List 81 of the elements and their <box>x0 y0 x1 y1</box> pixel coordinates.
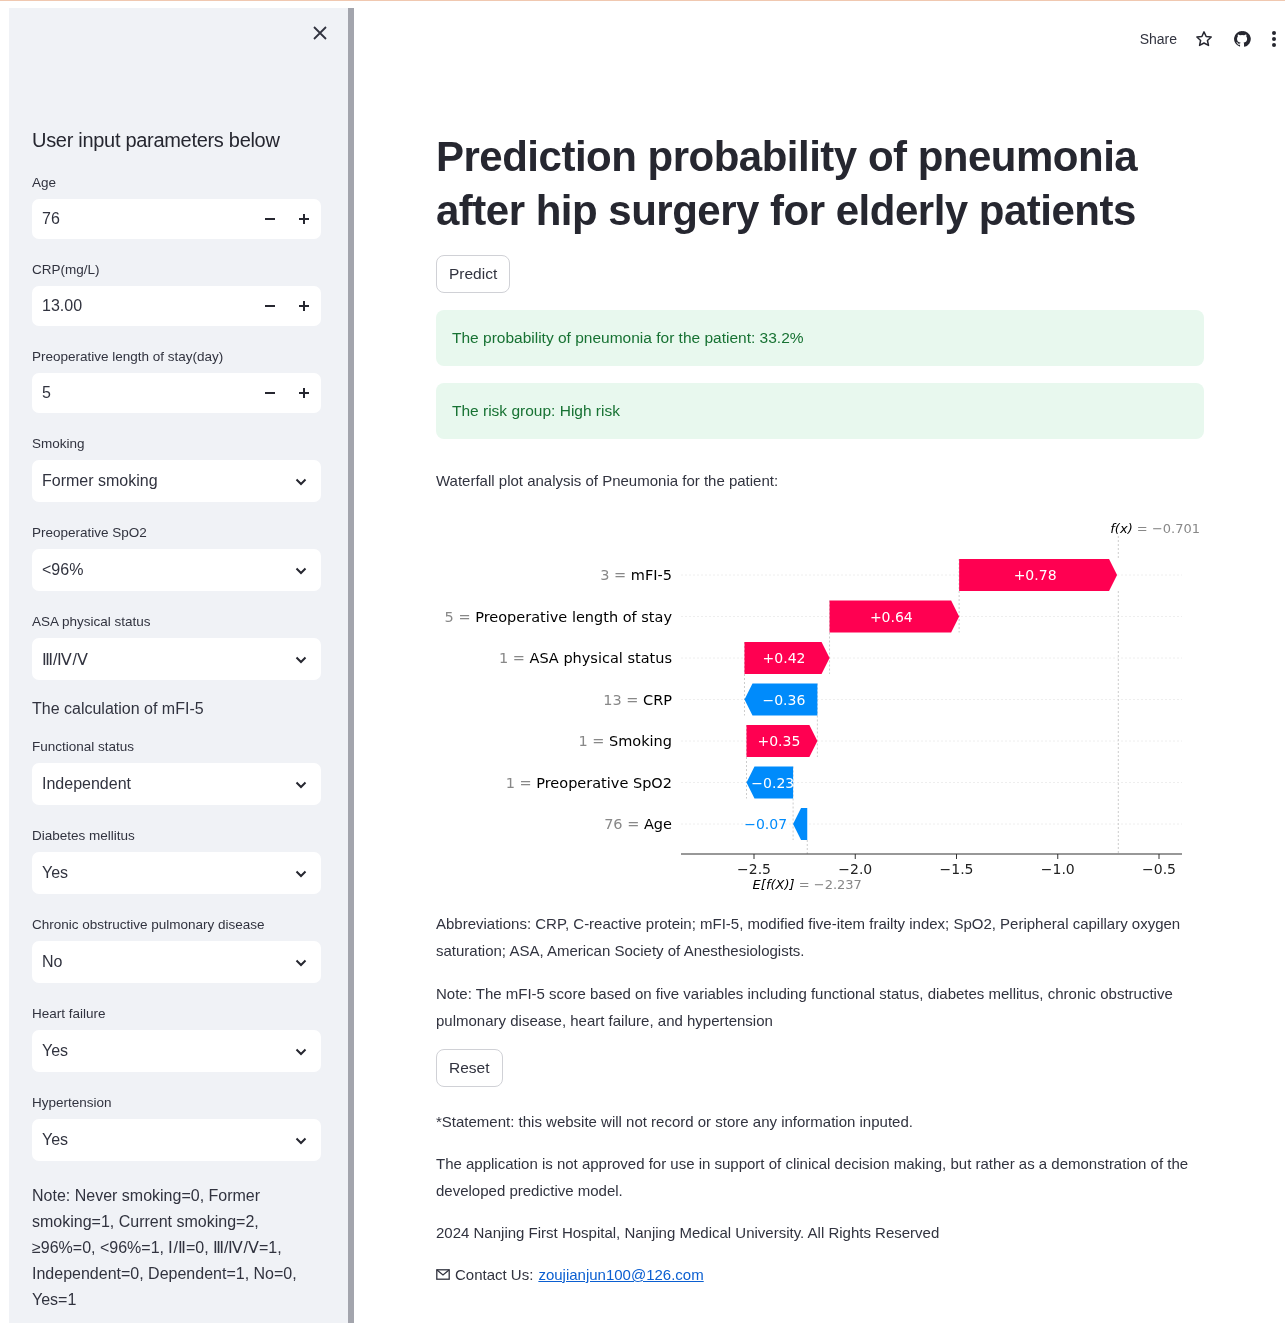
footer-text: The application is not approved for use in support of clinical decision making, but rather as a demonstration of the developed predictive model. <box>436 1154 1190 1201</box>
plus-icon[interactable] <box>298 387 310 399</box>
waterfall-bar <box>746 766 794 799</box>
feature-label: 5 = Preoperative length of stay <box>444 608 672 625</box>
success-alert: The risk group: High risk <box>436 383 1204 439</box>
email-link[interactable]: zoujianjun100@126.com <box>538 1261 704 1288</box>
value-label: −0.36 <box>762 691 806 708</box>
tick-label: −1.0 <box>1040 861 1075 877</box>
waterfall-bar <box>793 808 808 840</box>
paragraph: Abbreviations: CRP, C-reactive protein; mFI-5, modified five-item frailty index; SpO2, Peripheral capillary oxygen saturation; ASA, American Society of Anesthesiologists. <box>436 914 1182 961</box>
tick-label: −2.5 <box>737 861 771 877</box>
number-input[interactable]: 13.00 <box>32 286 321 326</box>
value-label: −0.07 <box>744 816 788 832</box>
select-box[interactable]: Yes <box>32 852 321 894</box>
select-box[interactable]: Former smoking <box>32 460 321 502</box>
field-label: Preoperative SpO2 <box>32 525 148 540</box>
value-label: −0.23 <box>751 774 795 791</box>
tick-label: −0.5 <box>1142 861 1176 877</box>
field-label: Chronic obstructive pulmonary disease <box>32 917 266 932</box>
chevron-down-icon <box>295 656 307 664</box>
feature-label: 1 = Preoperative SpO2 <box>505 774 672 791</box>
select-box[interactable]: Yes <box>32 1119 321 1161</box>
number-input[interactable]: 76 <box>32 199 321 239</box>
chevron-down-icon <box>295 959 307 967</box>
feature-label: 1 = ASA physical status <box>498 650 672 666</box>
select-box[interactable]: <96% <box>32 549 321 591</box>
select-box[interactable]: Yes <box>32 1030 321 1072</box>
annotation-label: E[f(X)] = −2.237 <box>752 877 862 892</box>
value-label: +0.42 <box>762 650 806 666</box>
value-label: +0.35 <box>757 733 801 749</box>
value-label: +0.64 <box>869 608 913 625</box>
chevron-down-icon <box>295 1137 307 1145</box>
field-label: CRP(mg/L) <box>32 262 101 277</box>
field-label: Smoking <box>32 436 86 451</box>
github-icon[interactable] <box>1233 30 1251 48</box>
feature-label: 3 = mFI-5 <box>600 567 672 583</box>
field-label: Heart failure <box>32 1006 107 1021</box>
number-input[interactable]: 5 <box>32 373 321 413</box>
value-label: +0.78 <box>1013 567 1057 583</box>
footer-text: *Statement: this website will not record or store any information inputed. <box>436 1112 913 1132</box>
field-label: ASA physical status <box>32 614 152 629</box>
chevron-down-icon <box>295 567 307 575</box>
feature-label: 76 = Age <box>604 816 672 832</box>
chevron-down-icon <box>295 478 307 486</box>
field-label: Age <box>32 175 58 190</box>
select-box[interactable]: Independent <box>32 763 321 805</box>
select-box[interactable]: No <box>32 941 321 983</box>
section-label: The calculation of mFI-5 <box>32 700 205 718</box>
predict-button[interactable]: Predict <box>436 255 511 293</box>
mail-icon <box>436 1269 450 1280</box>
success-alert: The probability of pneumonia for the patient: 33.2% <box>436 310 1204 366</box>
more-icon[interactable] <box>1271 30 1277 48</box>
select-box[interactable]: Ⅲ/Ⅳ/Ⅴ <box>32 638 321 680</box>
chevron-down-icon <box>295 870 307 878</box>
guide-line <box>1117 535 1119 560</box>
page-title: Prediction probability of pneumonia after hip surgery for elderly patients <box>436 132 1139 236</box>
share-button[interactable]: Share <box>1139 31 1177 47</box>
waterfall-bar <box>746 725 818 757</box>
field-label: Functional status <box>32 739 136 754</box>
field-label: Diabetes mellitus <box>32 828 136 843</box>
footer-text: 2024 Nanjing First Hospital, Nanjing Medical University. All Rights Reserved <box>436 1223 940 1243</box>
plus-icon[interactable] <box>298 213 310 225</box>
note-text: Note: Never smoking=0, Former smoking=1, Current smoking=2, ≥96%=0, <96%=1, Ⅰ/Ⅱ=0, Ⅲ/Ⅳ/Ⅴ=1, Independent=0, Dependent=1, No=0, Yes=1 <box>32 1186 298 1310</box>
close-icon[interactable] <box>311 24 329 42</box>
annotation-label: f(x) = −0.701 <box>1110 521 1200 536</box>
guide-line <box>806 839 808 855</box>
chevron-down-icon <box>295 781 307 789</box>
feature-label: 1 = Smoking <box>578 733 672 749</box>
reset-button[interactable]: Reset <box>436 1049 503 1087</box>
chart-caption: Waterfall plot analysis of Pneumonia for the patient: <box>436 471 779 491</box>
field-label: Hypertension <box>32 1095 113 1110</box>
field-label: Preoperative length of stay(day) <box>32 349 225 364</box>
plus-icon[interactable] <box>298 300 310 312</box>
paragraph: Note: The mFI-5 score based on five variables including functional status, diabetes mellitus, chronic obstructive pulmonary disease, heart failure, and hypertension <box>436 984 1174 1031</box>
sidebar-title: User input parameters below <box>32 129 281 152</box>
tick-label: −2.0 <box>838 861 873 877</box>
contact-label: Contact Us: <box>455 1265 534 1285</box>
feature-label: 13 = CRP <box>603 691 672 708</box>
tick-label: −1.5 <box>939 861 974 877</box>
star-icon[interactable] <box>1195 30 1213 48</box>
chevron-down-icon <box>295 1048 307 1056</box>
